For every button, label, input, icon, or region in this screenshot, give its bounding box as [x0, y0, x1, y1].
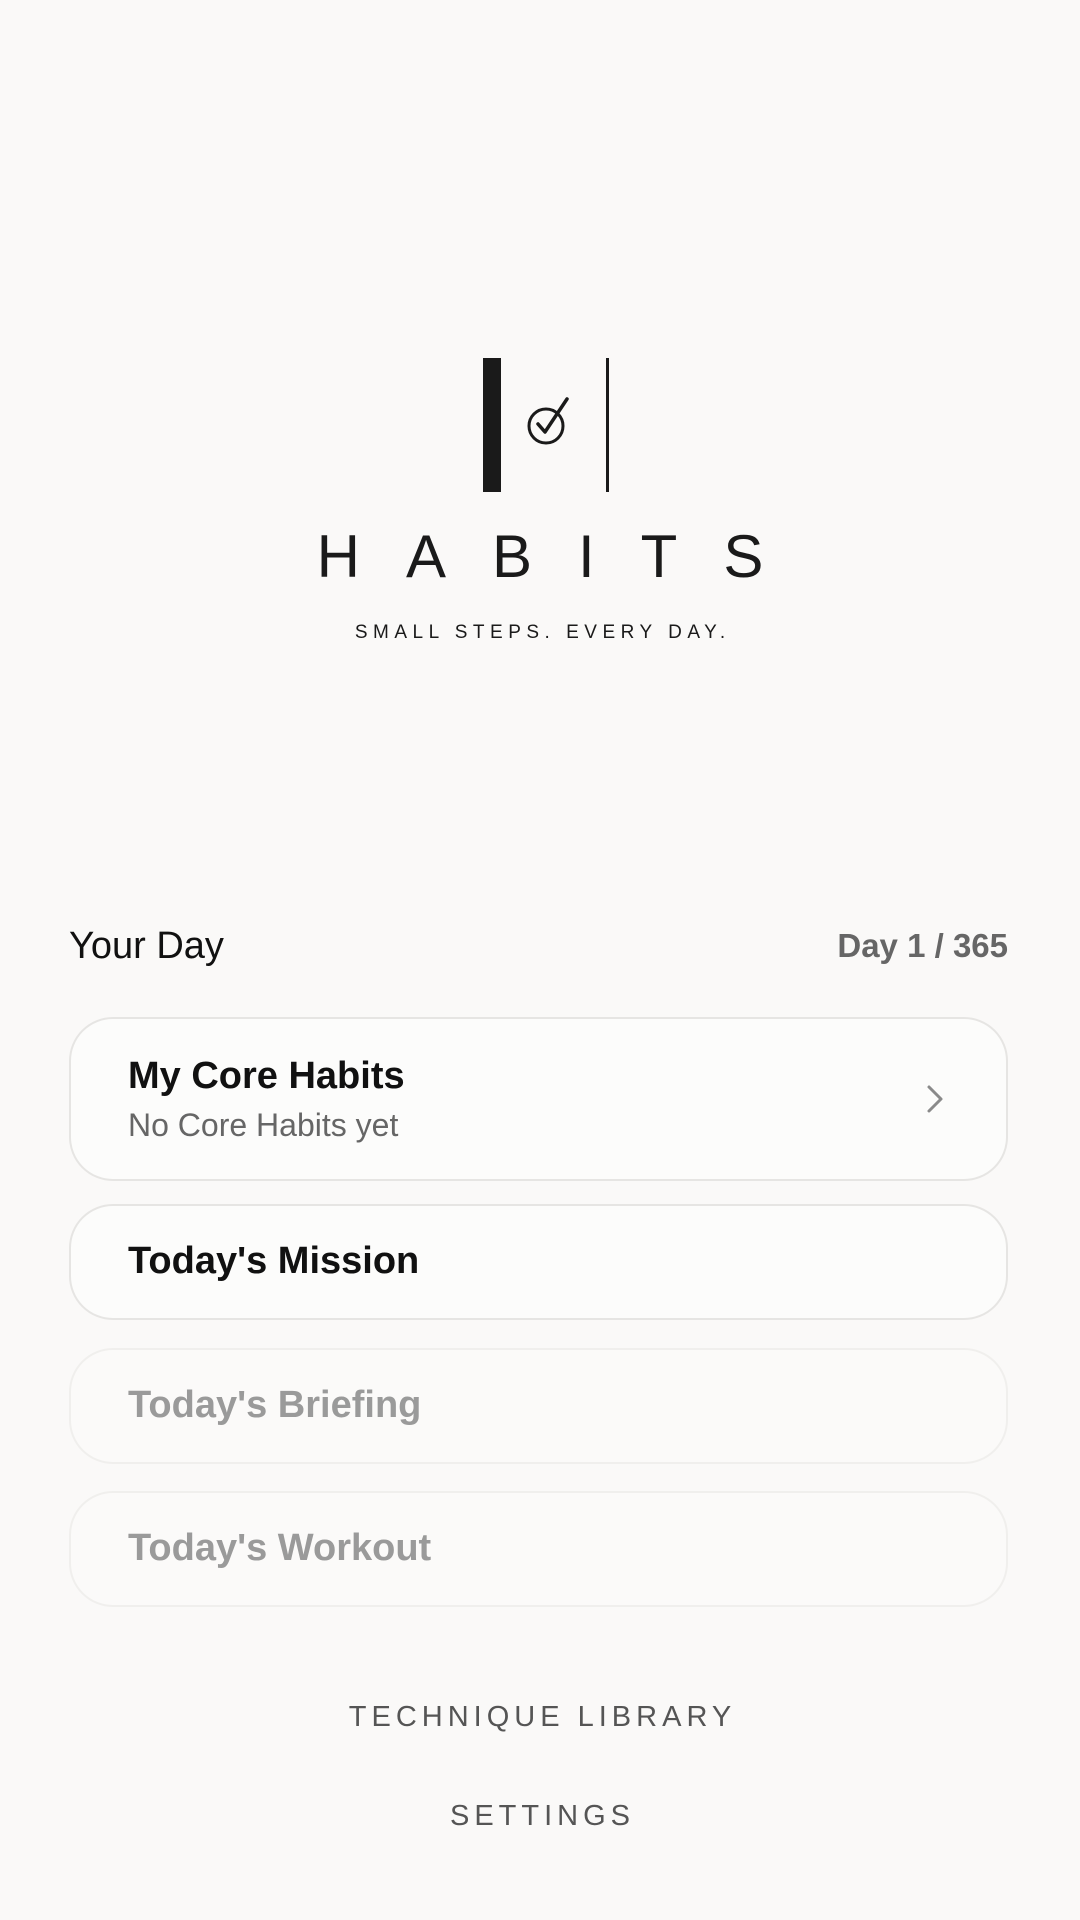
mission-text: Today's Mission	[128, 1239, 949, 1285]
technique-library-link[interactable]: TECHNIQUE LIBRARY	[0, 1703, 1080, 1732]
day-counter: Day 1 / 365	[837, 927, 1008, 964]
briefing-title: Today's Briefing	[128, 1384, 422, 1427]
settings-link[interactable]: SETTINGS	[0, 1802, 1080, 1831]
core-habits-text: My Core Habits No Core Habits yet	[128, 1054, 921, 1144]
core-habits-subtitle: No Core Habits yet	[128, 1106, 399, 1143]
app-tagline: SMALL STEPS. EVERY DAY.	[354, 622, 731, 643]
todays-mission-card[interactable]: Today's Mission	[69, 1204, 1008, 1320]
app-wordmark: HABITS	[316, 523, 810, 590]
section-title: Your Day	[69, 924, 224, 967]
workout-title: Today's Workout	[128, 1527, 432, 1570]
todays-workout-card: Today's Workout	[69, 1491, 1008, 1607]
core-habits-title: My Core Habits	[128, 1055, 405, 1097]
your-day-header: Your Day Day 1 / 365	[69, 920, 1008, 972]
todays-briefing-card: Today's Briefing	[69, 1348, 1008, 1464]
chevron-right-icon	[921, 1079, 949, 1119]
core-habits-card[interactable]: My Core Habits No Core Habits yet	[69, 1017, 1008, 1181]
check-circle-icon	[527, 397, 569, 445]
mission-title: Today's Mission	[128, 1240, 420, 1283]
logo-mark	[483, 358, 609, 492]
app-logo: HABITS SMALL STEPS. EVERY DAY.	[0, 355, 1080, 642]
home-screen: HABITS SMALL STEPS. EVERY DAY. Your Day …	[0, 0, 1080, 1920]
workout-text: Today's Workout	[128, 1526, 949, 1572]
briefing-text: Today's Briefing	[128, 1383, 949, 1429]
